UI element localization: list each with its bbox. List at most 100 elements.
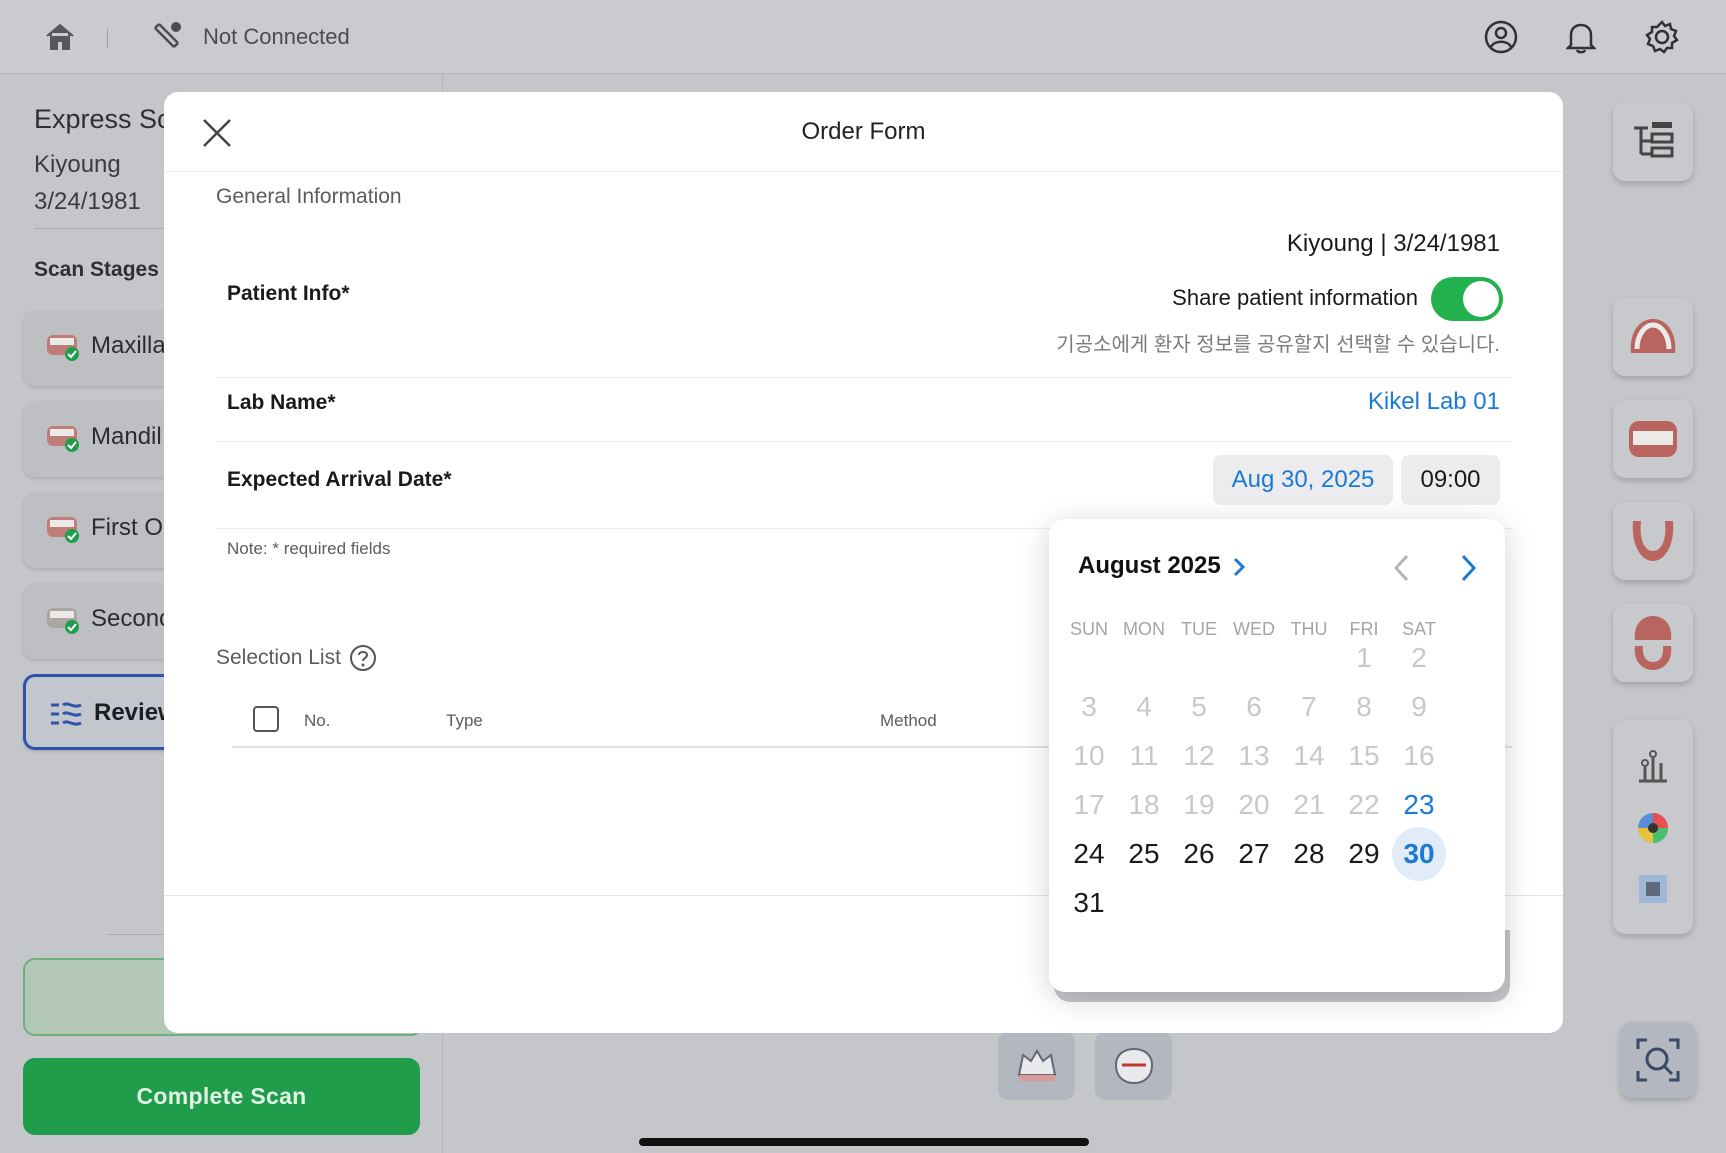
calendar-day: 22 xyxy=(1348,789,1380,820)
column-header-no: No. xyxy=(304,711,331,730)
calendar-day: 14 xyxy=(1293,740,1325,771)
bell-icon[interactable] xyxy=(1564,20,1598,59)
weekday-header: THU xyxy=(1290,619,1328,639)
open-jaw-icon xyxy=(1634,616,1672,670)
toggle-knob xyxy=(1463,281,1499,317)
top-bar: Not Connected xyxy=(0,0,1726,74)
stage-label: Maxilla xyxy=(91,332,166,359)
arrival-date-picker[interactable]: Aug 30, 2025 xyxy=(1213,455,1393,505)
weekday-header: TUE xyxy=(1181,619,1217,639)
weekday-header: MON xyxy=(1123,619,1165,639)
calendar-day[interactable]: 23 xyxy=(1392,778,1446,832)
chevron-right-icon[interactable] xyxy=(1232,556,1246,578)
upper-jaw-button[interactable] xyxy=(1613,298,1693,376)
complete-scan-button[interactable]: Complete Scan xyxy=(23,1058,420,1135)
occlusion-stage-icon xyxy=(47,517,79,543)
modal-title: Order Form xyxy=(801,118,926,145)
lower-jaw-button[interactable] xyxy=(1613,502,1693,580)
calendar-month-label[interactable]: August 2025 xyxy=(1078,552,1221,580)
calendar-day: 19 xyxy=(1183,789,1215,820)
select-all-checkbox[interactable] xyxy=(253,706,279,732)
upper-jaw-icon xyxy=(1630,319,1676,353)
divider xyxy=(216,377,1512,378)
topbar-separator xyxy=(107,28,108,48)
share-info-description: 기공소에게 환자 정보를 공유할지 선택할 수 있습니다. xyxy=(1056,334,1500,356)
date-picker-popup: August 2025 SUN MON TUE WED THU FRI SAT 1 2 3 4 5 6 7… xyxy=(1049,519,1505,992)
divider xyxy=(216,441,1512,442)
calendar-day[interactable]: 24 xyxy=(1062,827,1116,881)
lab-name-value[interactable]: Kikel Lab 01 xyxy=(1368,388,1500,416)
share-info-label: Share patient information xyxy=(1172,285,1418,310)
home-icon[interactable] xyxy=(44,22,76,57)
scanner-icon[interactable] xyxy=(150,20,186,59)
maxilla-stage-icon xyxy=(47,335,79,361)
mandible-stage-icon xyxy=(47,426,79,452)
review-stage-icon xyxy=(51,702,82,726)
calendar-day: 21 xyxy=(1293,789,1325,820)
occlusion-stage-icon xyxy=(47,608,79,634)
weekday-header: WED xyxy=(1233,619,1275,639)
next-month-icon[interactable] xyxy=(1458,553,1478,583)
margin-view-button[interactable] xyxy=(1095,1032,1172,1100)
patient-dob: 3/24/1981 xyxy=(34,188,141,215)
profile-icon[interactable] xyxy=(1484,20,1518,59)
lower-jaw-icon xyxy=(1632,521,1674,561)
previous-month-icon[interactable] xyxy=(1392,553,1412,583)
stage-label: Mandil xyxy=(91,423,162,450)
scan-mode-title: Express Sca xyxy=(34,104,186,134)
stage-label: Seconc xyxy=(91,605,172,632)
calendar-day: 6 xyxy=(1246,691,1262,722)
calendar-day: 10 xyxy=(1073,740,1105,771)
calendar-day: 4 xyxy=(1136,691,1152,722)
calendar-day[interactable]: 30 xyxy=(1392,827,1446,881)
open-jaw-button[interactable] xyxy=(1613,604,1693,682)
arrival-date-label: Expected Arrival Date* xyxy=(227,468,452,491)
required-fields-note: Note: * required fields xyxy=(227,539,391,558)
calendar-day[interactable]: 31 xyxy=(1062,876,1116,930)
calendar-day[interactable]: 27 xyxy=(1227,827,1281,881)
texture-tool-icon[interactable] xyxy=(1637,873,1669,905)
share-info-toggle[interactable] xyxy=(1431,277,1503,321)
patient-info-value: Kiyoung | 3/24/1981 xyxy=(1286,230,1500,257)
stage-label: First O xyxy=(91,514,163,541)
calendar-day: 7 xyxy=(1301,691,1317,722)
gear-icon[interactable] xyxy=(1645,20,1679,59)
home-indicator[interactable] xyxy=(639,1138,1089,1146)
weekday-header: SUN xyxy=(1069,619,1108,639)
calendar-day: 20 xyxy=(1238,789,1270,820)
calendar-day: 17 xyxy=(1073,789,1105,820)
analysis-tools-group xyxy=(1613,720,1693,934)
calendar-day: 5 xyxy=(1191,691,1207,722)
calendar-day: 16 xyxy=(1403,740,1435,771)
column-header-method: Method xyxy=(880,711,937,730)
lab-name-label: Lab Name* xyxy=(227,391,336,414)
zoom-fit-button[interactable] xyxy=(1620,1022,1696,1098)
patient-name: Kiyoung xyxy=(34,151,121,178)
scan-stages-title: Scan Stages ( xyxy=(34,258,172,281)
calendar-day: 8 xyxy=(1356,691,1372,722)
help-icon[interactable] xyxy=(349,644,377,672)
general-info-title: General Information xyxy=(216,185,402,208)
calendar-day[interactable]: 26 xyxy=(1172,827,1226,881)
calendar-day[interactable]: 25 xyxy=(1117,827,1171,881)
calendar-day: 12 xyxy=(1183,740,1215,771)
calendar-day[interactable]: 28 xyxy=(1282,827,1336,881)
arrival-time-picker[interactable]: 09:00 xyxy=(1401,455,1500,505)
both-jaws-icon xyxy=(1629,421,1677,457)
column-header-type: Type xyxy=(446,711,483,730)
calendar-day: 1 xyxy=(1356,642,1372,673)
calendar-day: 18 xyxy=(1128,789,1160,820)
both-jaws-button[interactable] xyxy=(1613,400,1693,478)
margin-icon xyxy=(1114,1047,1153,1085)
connection-status: Not Connected xyxy=(203,24,350,49)
tree-view-button[interactable] xyxy=(1613,103,1693,181)
tree-icon xyxy=(1634,122,1674,158)
chart-tool-icon[interactable] xyxy=(1635,749,1671,783)
calendar-day[interactable]: 29 xyxy=(1337,827,1391,881)
modal-header: Order Form xyxy=(164,92,1563,172)
patient-info-label: Patient Info* xyxy=(227,282,350,305)
calendar-day: 2 xyxy=(1411,642,1427,673)
color-wheel-icon[interactable] xyxy=(1636,811,1670,845)
calendar-day: 11 xyxy=(1129,740,1159,771)
crown-view-button[interactable] xyxy=(998,1032,1075,1100)
